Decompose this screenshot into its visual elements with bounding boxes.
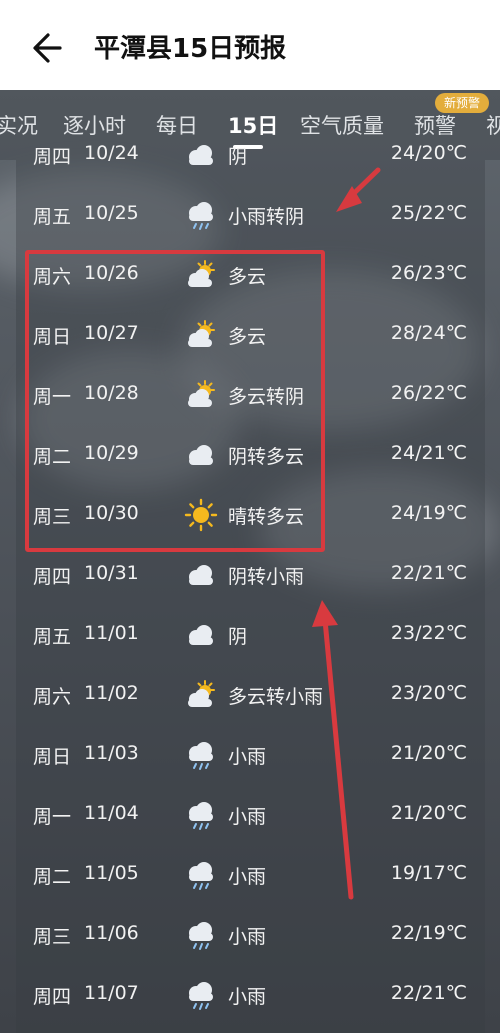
condition-label: 小雨	[228, 746, 267, 768]
rain-icon	[184, 798, 218, 832]
weekday-label: 周二	[33, 866, 72, 888]
forecast-row[interactable]: 周六 11/02 多云转小雨 23/20℃	[0, 666, 500, 726]
weekday-label: 周日	[33, 746, 72, 768]
date-label: 10/25	[84, 202, 139, 224]
temperature-range: 22/21℃	[390, 562, 467, 584]
date-label: 10/31	[84, 562, 139, 584]
forecast-row[interactable]: 周一 11/04 小雨 21/20℃	[0, 786, 500, 846]
temperature-range: 28/24℃	[390, 322, 467, 344]
condition-label: 小雨	[228, 926, 267, 948]
date-label: 10/24	[84, 142, 139, 164]
condition-label: 阴转小雨	[228, 566, 305, 588]
weekday-label: 周四	[33, 986, 72, 1008]
cloudy-icon	[184, 138, 218, 172]
temperature-range: 26/23℃	[390, 262, 467, 284]
rain-icon	[184, 918, 218, 952]
date-label: 11/04	[84, 802, 139, 824]
weekday-label: 周一	[33, 806, 72, 828]
highlight-box	[25, 250, 325, 552]
temperature-range: 21/20℃	[390, 742, 467, 764]
forecast-row[interactable]: 周五 11/01 阴 23/22℃	[0, 606, 500, 666]
temperature-range: 23/20℃	[390, 682, 467, 704]
forecast-row[interactable]: 周四 10/24 阴 24/20℃	[0, 126, 500, 186]
condition-label: 阴	[228, 626, 248, 648]
page-title: 平潭县15日预报	[94, 34, 287, 64]
condition-label: 小雨	[228, 806, 267, 828]
temperature-range: 24/19℃	[390, 502, 467, 524]
forecast-row[interactable]: 周四 10/31 阴转小雨 22/21℃	[0, 546, 500, 606]
weekday-label: 周四	[33, 566, 72, 588]
partly-cloudy-icon	[184, 678, 218, 712]
weekday-label: 周五	[33, 626, 72, 648]
weekday-label: 周五	[33, 206, 72, 228]
condition-label: 小雨转阴	[228, 206, 305, 228]
condition-label: 小雨	[228, 866, 267, 888]
temperature-range: 19/17℃	[390, 862, 467, 884]
condition-label: 小雨	[228, 986, 267, 1008]
date-label: 11/01	[84, 622, 139, 644]
rain-icon	[184, 198, 218, 232]
temperature-range: 23/22℃	[390, 622, 467, 644]
date-label: 11/02	[84, 682, 139, 704]
new-warning-badge: 新预警	[435, 93, 489, 113]
rain-icon	[184, 858, 218, 892]
app-header: 平潭县15日预报	[0, 0, 500, 90]
weekday-label: 周三	[33, 926, 72, 948]
temperature-range: 22/21℃	[390, 982, 467, 1004]
forecast-row[interactable]: 周四 11/07 小雨 22/21℃	[0, 966, 500, 1026]
forecast-row[interactable]: 周五 10/25 小雨转阴 25/22℃	[0, 186, 500, 246]
rain-icon	[184, 978, 218, 1012]
condition-label: 阴	[228, 146, 248, 168]
weekday-label: 周六	[33, 686, 72, 708]
temperature-range: 26/22℃	[390, 382, 467, 404]
back-arrow-icon[interactable]	[30, 30, 70, 66]
forecast-row[interactable]: 周日 11/03 小雨 21/20℃	[0, 726, 500, 786]
date-label: 11/03	[84, 742, 139, 764]
rain-icon	[184, 738, 218, 772]
temperature-range: 21/20℃	[390, 802, 467, 824]
date-label: 11/07	[84, 982, 139, 1004]
date-label: 11/06	[84, 922, 139, 944]
cloudy-icon	[184, 558, 218, 592]
temperature-range: 25/22℃	[390, 202, 467, 224]
temperature-range: 24/21℃	[390, 442, 467, 464]
condition-label: 多云转小雨	[228, 686, 324, 708]
temperature-range: 22/19℃	[390, 922, 467, 944]
cloudy-icon	[184, 618, 218, 652]
forecast-row[interactable]: 周三 11/06 小雨 22/19℃	[0, 906, 500, 966]
weekday-label: 周四	[33, 146, 72, 168]
date-label: 11/05	[84, 862, 139, 884]
temperature-range: 24/20℃	[390, 142, 467, 164]
forecast-row[interactable]: 周二 11/05 小雨 19/17℃	[0, 846, 500, 906]
